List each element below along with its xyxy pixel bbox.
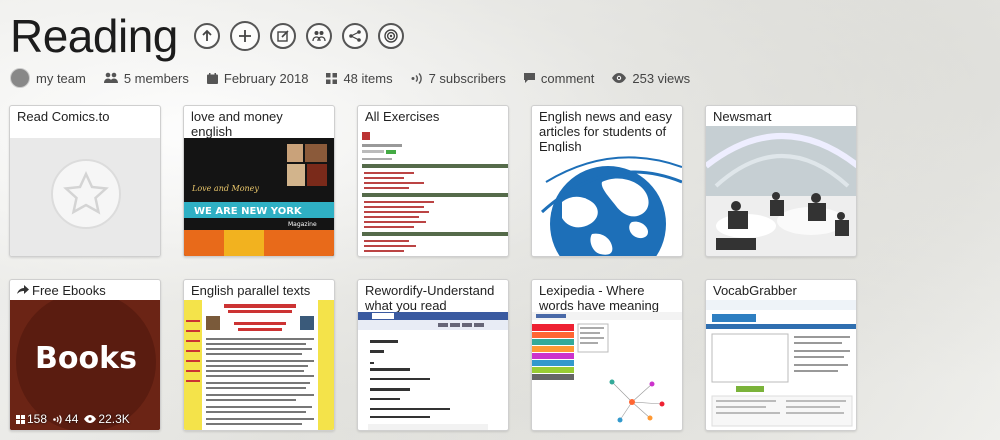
card-thumbnail bbox=[358, 312, 508, 430]
target-icon bbox=[384, 29, 398, 43]
grid-icon bbox=[326, 72, 338, 84]
members-link[interactable]: 5 members bbox=[103, 70, 189, 86]
sub-text: Magazine bbox=[288, 221, 317, 228]
items-count: 48 items bbox=[343, 70, 393, 86]
calendar-icon bbox=[206, 72, 218, 84]
members-count: 5 members bbox=[123, 70, 189, 86]
card-lexipedia[interactable]: Lexipedia - Where words have meaning bbox=[531, 279, 683, 431]
banner-text: Love and Money bbox=[191, 184, 259, 193]
card-read-comics[interactable]: Read Comics.to bbox=[9, 105, 161, 257]
owner-name: my team bbox=[36, 70, 86, 86]
share-button[interactable] bbox=[341, 23, 368, 49]
card-thumbnail bbox=[358, 128, 508, 256]
card-rewordify[interactable]: Rewordify-Understand what you read bbox=[357, 279, 509, 431]
members-icon bbox=[103, 72, 118, 84]
views-count: 253 views bbox=[632, 70, 691, 86]
add-button[interactable] bbox=[229, 21, 260, 51]
card-all-exercises[interactable]: All Exercises bbox=[357, 105, 509, 257]
date-text: February 2018 bbox=[223, 70, 309, 86]
share-icon bbox=[349, 30, 361, 42]
views-info: 253 views bbox=[612, 71, 690, 86]
arrow-up-icon bbox=[202, 29, 212, 41]
date-info: February 2018 bbox=[206, 70, 309, 86]
card-thumbnail bbox=[706, 126, 856, 256]
avatar bbox=[10, 68, 30, 88]
stat-views: 22.3K bbox=[84, 412, 130, 426]
broadcast-icon bbox=[53, 414, 62, 424]
card-stats: 158 44 22.3K bbox=[16, 412, 130, 426]
page-title: Reading bbox=[10, 10, 178, 62]
subscribers-count: 7 subscribers bbox=[428, 70, 506, 86]
edit-button[interactable] bbox=[269, 23, 296, 49]
eye-icon bbox=[84, 415, 97, 423]
collection-header: Reading bbox=[10, 6, 414, 66]
card-english-news[interactable]: English news and easy articles for stude… bbox=[531, 105, 683, 257]
eye-icon bbox=[612, 73, 627, 83]
comment-icon bbox=[523, 72, 535, 84]
card-title: Free Ebooks bbox=[32, 283, 106, 298]
card-vocabgrabber[interactable]: VocabGrabber bbox=[705, 279, 857, 431]
card-thumbnail: Love and Money WE ARE NEW YORK Magazine bbox=[184, 138, 334, 256]
card-thumbnail bbox=[184, 300, 334, 430]
comment-label: comment bbox=[540, 70, 595, 86]
card-title: English news and easy articles for stude… bbox=[539, 109, 672, 154]
card-love-and-money[interactable]: love and money english Love and Money WE… bbox=[183, 105, 335, 257]
broadcast-icon bbox=[411, 72, 423, 84]
stat-subscribers: 44 bbox=[53, 412, 78, 426]
card-thumbnail: Books 158 44 22.3K bbox=[10, 292, 160, 430]
comment-link[interactable]: comment bbox=[523, 70, 595, 86]
plus-icon bbox=[238, 30, 251, 42]
follow-button[interactable] bbox=[377, 23, 404, 49]
subscribers-link[interactable]: 7 subscribers bbox=[411, 71, 506, 86]
card-thumbnail bbox=[10, 138, 160, 256]
collection-meta: my team 5 members February 2018 48 items… bbox=[10, 68, 708, 88]
grid-icon bbox=[16, 414, 25, 424]
books-text: Books bbox=[35, 341, 137, 376]
card-english-parallel-texts[interactable]: English parallel texts bbox=[183, 279, 335, 431]
card-thumbnail bbox=[706, 300, 856, 430]
card-thumbnail bbox=[532, 152, 682, 256]
headline-text: WE ARE NEW YORK bbox=[194, 206, 303, 217]
card-newsmart[interactable]: Newsmart bbox=[705, 105, 857, 257]
edit-icon bbox=[277, 30, 289, 42]
card-free-ebooks[interactable]: Free Ebooks Books 158 44 22.3K bbox=[9, 279, 161, 431]
stat-items: 158 bbox=[16, 412, 47, 426]
card-thumbnail bbox=[532, 312, 682, 430]
members-button[interactable] bbox=[305, 23, 332, 49]
upvote-button[interactable] bbox=[193, 23, 220, 49]
share-arrow-icon bbox=[17, 283, 29, 298]
owner-link[interactable]: my team bbox=[10, 68, 86, 88]
items-info: 48 items bbox=[326, 70, 393, 86]
people-icon bbox=[312, 31, 326, 42]
